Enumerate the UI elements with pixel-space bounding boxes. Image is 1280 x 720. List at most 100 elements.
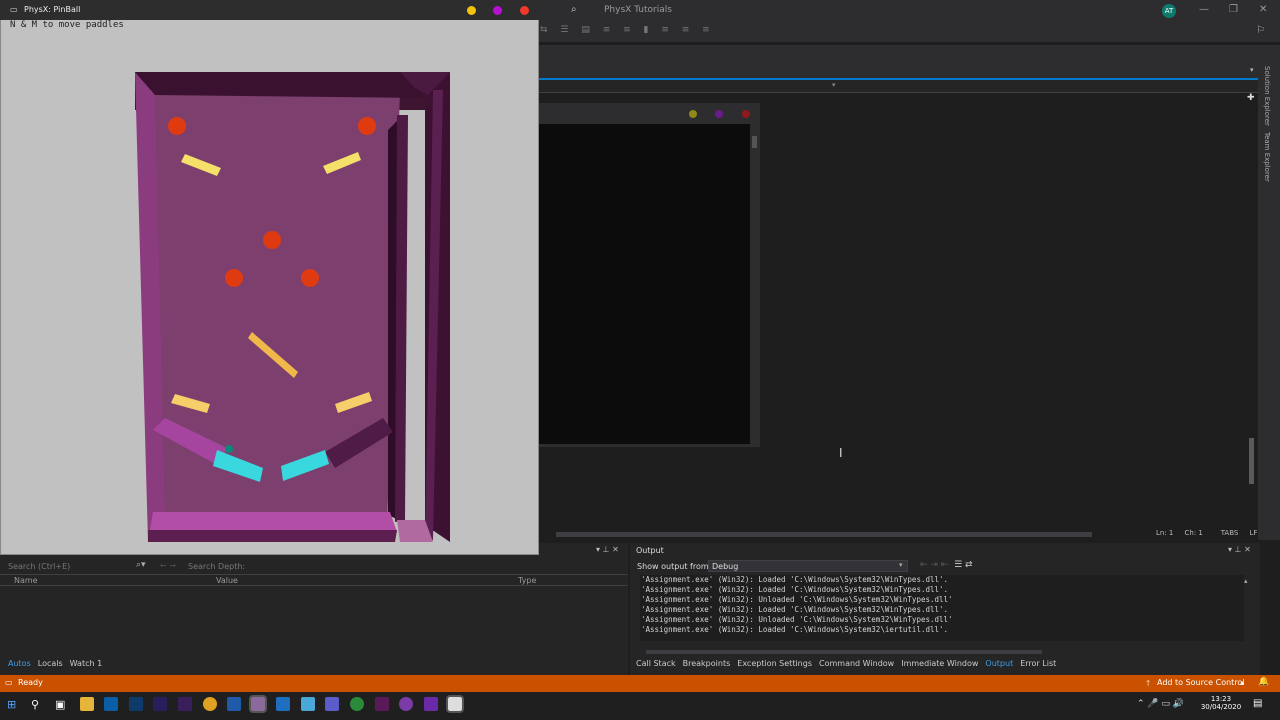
tab-autos[interactable]: Autos <box>8 659 31 668</box>
minimize-icon[interactable]: — <box>1199 4 1209 15</box>
navigation-bar[interactable]: ▾ <box>538 80 1258 93</box>
tab-error-list[interactable]: Error List <box>1020 659 1056 668</box>
action-center-icon[interactable]: ▤ <box>1253 698 1262 709</box>
column-name[interactable]: Name <box>14 576 38 585</box>
project-icon[interactable] <box>129 697 143 711</box>
output-hscroll-thumb[interactable] <box>646 650 1042 654</box>
purple-dot-icon[interactable] <box>715 110 723 118</box>
premiere-icon[interactable] <box>178 697 192 711</box>
physx-app-icon[interactable] <box>446 695 464 713</box>
edge-icon[interactable] <box>350 697 364 711</box>
output-line: 'Assignment.exe' (Win32): Loaded 'C:\Win… <box>641 575 949 584</box>
text-cursor-icon: I <box>839 446 843 460</box>
windows-taskbar <box>0 692 1280 720</box>
nav-arrows-icon[interactable]: ← → <box>160 561 176 570</box>
watch-tabs: Autos Locals Watch 1 <box>8 659 109 669</box>
source-control-button[interactable]: Add to Source Control <box>1157 678 1245 687</box>
search-icon[interactable]: ⚲ <box>31 698 39 711</box>
tab-output[interactable]: Output <box>985 659 1013 668</box>
output-line: 'Assignment.exe' (Win32): Unloaded 'C:\W… <box>641 595 953 604</box>
account-avatar[interactable]: AT <box>1162 4 1176 18</box>
search-depth-label: Search Depth: <box>188 562 246 571</box>
console-scroll-thumb[interactable] <box>752 136 757 148</box>
panel-controls[interactable]: ▾ ⊥ ✕ <box>1228 545 1251 554</box>
physx-title-bar[interactable]: ▭ PhysX: PinBall <box>0 0 539 20</box>
teams-icon[interactable] <box>325 697 339 711</box>
task-view-icon[interactable]: ▣ <box>55 698 65 711</box>
bumper-ball <box>301 269 319 287</box>
windows-start-icon[interactable]: ⊞ <box>7 698 16 711</box>
split-icon[interactable]: ✚ <box>1247 93 1255 103</box>
tab-command-window[interactable]: Command Window <box>819 659 894 668</box>
board-surface <box>145 90 400 532</box>
side-tool-strip: Solution Explorer Team Explorer <box>1258 60 1280 540</box>
tray-icons[interactable]: ⌃ 🎤 ▭ 🔊 <box>1137 699 1184 709</box>
close-icon[interactable]: ✕ <box>1259 4 1267 15</box>
tab-call-stack[interactable]: Call Stack <box>636 659 676 668</box>
show-output-label: Show output from: <box>637 562 712 571</box>
clock[interactable]: 13:23 30/04/2020 <box>1200 695 1242 711</box>
physx-viewport[interactable] <box>5 20 538 554</box>
panel-controls[interactable]: ▾ ⊥ ✕ <box>596 545 619 554</box>
up-arrow-icon: 🡑 <box>1146 679 1151 688</box>
horizontal-scroll-thumb[interactable] <box>556 532 1092 537</box>
team-explorer-tab[interactable]: Team Explorer <box>1263 132 1271 182</box>
output-text[interactable]: 'Assignment.exe' (Win32): Loaded 'C:\Win… <box>640 575 1244 641</box>
bottom-wall-front <box>148 530 397 542</box>
solution-explorer-tab[interactable]: Solution Explorer <box>1263 66 1271 126</box>
tab-locals[interactable]: Locals <box>38 659 63 668</box>
column-type[interactable]: Type <box>518 576 536 585</box>
tab-immediate-window[interactable]: Immediate Window <box>901 659 978 668</box>
tabs-indicator[interactable]: TABS <box>1221 529 1239 537</box>
output-panel-title: Output <box>636 546 664 555</box>
maximize-icon[interactable]: ❐ <box>1229 4 1238 15</box>
watch-header: Name Value Type <box>0 574 628 586</box>
notepad-icon[interactable] <box>301 697 315 711</box>
word-icon[interactable] <box>227 697 241 711</box>
store-icon[interactable] <box>104 697 118 711</box>
toolbar-icons[interactable]: ⇆ ☰ ▤ ≡ ≡ ▮ ≡ ≡ ≡ <box>540 25 715 35</box>
discord-icon[interactable] <box>399 697 413 711</box>
watch-search-input[interactable]: Search (Ctrl+E) <box>8 562 70 571</box>
output-line: 'Assignment.exe' (Win32): Loaded 'C:\Win… <box>641 585 949 594</box>
output-source-select[interactable]: Debug ▾ <box>708 560 908 572</box>
scroll-thumb[interactable] <box>1249 438 1254 484</box>
xd-icon[interactable] <box>375 697 389 711</box>
pinball-scene <box>135 72 450 542</box>
vs-solution-title: PhysX Tutorials <box>604 5 672 15</box>
line-indicator: Ln: 1 <box>1156 529 1174 537</box>
chrome-icon[interactable] <box>203 697 217 711</box>
yellow-dot-icon[interactable] <box>689 110 697 118</box>
status-bar: ▭ Ready 🡑 Add to Source Control ▴ 🔔 <box>0 675 1280 692</box>
chevron-down-icon[interactable]: ▾ <box>832 81 836 89</box>
lane-divider-side <box>395 115 408 522</box>
status-text: Ready <box>18 678 43 687</box>
visual-studio-icon[interactable] <box>424 697 438 711</box>
tab-breakpoints[interactable]: Breakpoints <box>683 659 731 668</box>
output-scroll-arrows[interactable]: ▴ <box>1244 577 1248 585</box>
tab-watch-1[interactable]: Watch 1 <box>70 659 103 668</box>
feedback-icon[interactable]: ⚐ <box>1256 25 1265 36</box>
search-icon[interactable]: ⌕▾ <box>136 560 146 570</box>
tab-dropdown-icon[interactable]: ▾ <box>1250 66 1254 74</box>
close-dot-icon[interactable] <box>520 6 529 15</box>
red-dot-icon[interactable] <box>742 110 750 118</box>
vscode-icon[interactable] <box>276 697 290 711</box>
after-effects-icon[interactable] <box>153 697 167 711</box>
minimize-dot-icon[interactable] <box>467 6 476 15</box>
bumper-ball <box>225 269 243 287</box>
search-icon[interactable]: ⌕ <box>571 4 577 15</box>
eol-indicator[interactable]: LF <box>1250 529 1258 537</box>
app-active-icon[interactable] <box>249 695 267 713</box>
maximize-dot-icon[interactable] <box>493 6 502 15</box>
output-toolbar-icons[interactable]: ⇤ ⇥ ⇤ ☰ ⇄ <box>920 560 973 570</box>
tab-exception-settings[interactable]: Exception Settings <box>737 659 812 668</box>
column-value[interactable]: Value <box>216 576 238 585</box>
output-hscroll[interactable] <box>640 649 1240 655</box>
file-explorer-icon[interactable] <box>80 697 94 711</box>
notification-bell-icon[interactable]: 🔔 <box>1258 677 1269 687</box>
pinball-ball <box>225 445 233 453</box>
chevron-up-icon[interactable]: ▴ <box>1240 678 1244 687</box>
app-icon: ▭ <box>10 5 18 14</box>
autos-panel: ▾ ⊥ ✕ Search (Ctrl+E) ⌕▾ ← → Search Dept… <box>0 543 628 675</box>
